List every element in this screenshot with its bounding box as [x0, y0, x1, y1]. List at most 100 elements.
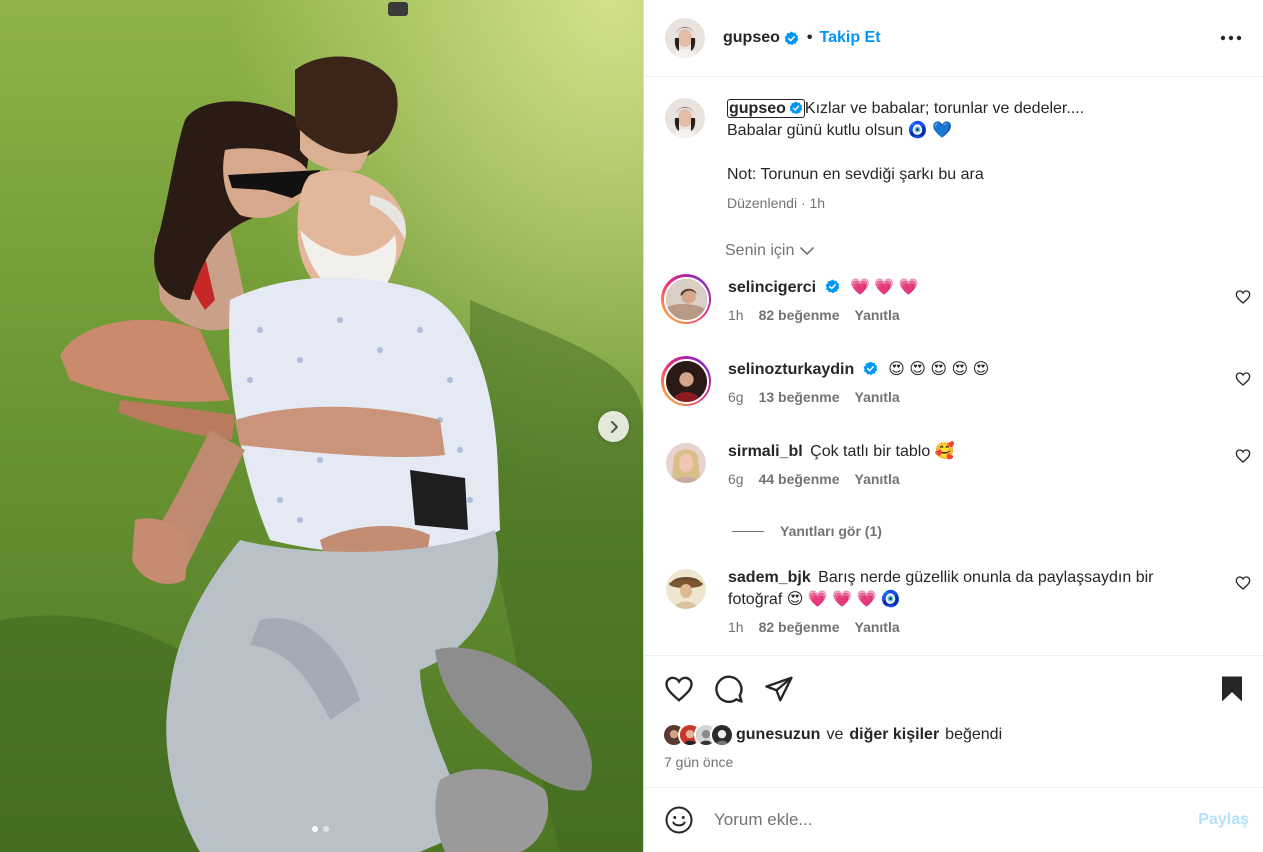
verified-icon	[863, 361, 878, 376]
comment-username[interactable]: sirmali_bl	[728, 443, 803, 460]
avatar-image	[665, 98, 705, 138]
carousel-indicator	[312, 826, 329, 832]
chevron-right-icon	[610, 420, 618, 433]
comment-likes[interactable]: 82 beğenme	[759, 619, 840, 635]
likes-summary: gunesuzun ve diğer kişiler beğendi	[662, 723, 1247, 747]
carousel-next-button[interactable]	[598, 411, 629, 442]
comment-item: selinozturkaydin 😍 😍 😍 😍 😍 6g 13 beğenme…	[644, 356, 1263, 406]
bookmark-icon[interactable]	[1217, 674, 1247, 704]
avatar-image	[666, 569, 706, 609]
comment-meta: 6g 44 beğenme Yanıtla	[728, 471, 1203, 487]
post-date[interactable]: 7 gün önce	[664, 754, 1247, 770]
replies-divider	[732, 530, 764, 532]
comment-text: Çok tatlı bir tablo 🥰	[810, 443, 955, 460]
heart-icon[interactable]	[1235, 575, 1251, 591]
comment-body: selinozturkaydin 😍 😍 😍 😍 😍 6g 13 beğenme…	[728, 356, 1243, 406]
likes-connector: ve	[826, 726, 844, 743]
header-separator: •	[806, 29, 813, 46]
post-media[interactable]	[0, 0, 643, 852]
avatar-image	[665, 18, 705, 58]
caption-body: gupseo Kızlar ve babalar; torunlar ve de…	[727, 98, 1084, 214]
caption-username-text: gupseo	[729, 100, 786, 117]
commenter-avatar[interactable]	[661, 274, 711, 324]
comment-text: 😍 😍 😍 😍 😍	[888, 361, 990, 378]
commenter-avatar[interactable]	[666, 569, 706, 609]
comment-username[interactable]: selinozturkaydin	[728, 361, 854, 378]
share-icon[interactable]	[764, 674, 794, 704]
verified-icon	[825, 279, 839, 294]
comment-sort-dropdown[interactable]: Senin için	[644, 214, 1263, 260]
add-comment-bar: Paylaş	[644, 787, 1263, 852]
liker-username[interactable]: gunesuzun	[736, 726, 820, 744]
avatar-image	[665, 360, 707, 402]
carousel-dot	[323, 826, 329, 832]
post-actions: gunesuzun ve diğer kişiler beğendi 7 gün…	[644, 655, 1263, 770]
other-likers-link[interactable]: diğer kişiler	[849, 726, 939, 744]
comment-item: sirmali_bl Çok tatlı bir tablo 🥰 6g 44 b…	[644, 438, 1263, 487]
follow-button[interactable]: Takip Et	[820, 29, 881, 47]
view-replies-button[interactable]: Yanıtları gör (1)	[644, 511, 1263, 539]
author-username[interactable]: gupseo	[723, 29, 780, 47]
comment-time[interactable]: 1h	[728, 619, 744, 635]
heart-icon[interactable]	[1235, 448, 1251, 464]
comment-time[interactable]: 1h	[728, 307, 744, 323]
more-options-button[interactable]	[1219, 26, 1243, 50]
caption-avatar[interactable]	[665, 98, 705, 138]
comment-body: selincigerci 💗 💗 💗 1h 82 beğenme Yanıtla	[728, 274, 1243, 324]
more-icon	[1220, 35, 1242, 41]
heart-icon[interactable]	[1235, 289, 1251, 305]
avatar-image	[665, 278, 707, 320]
author-avatar[interactable]	[665, 18, 705, 58]
heart-icon[interactable]	[1235, 371, 1251, 387]
post-photo	[0, 0, 643, 852]
sort-label: Senin için	[725, 242, 795, 259]
comment-input[interactable]	[714, 810, 1199, 830]
post-caption: gupseo Kızlar ve babalar; torunlar ve de…	[644, 78, 1263, 214]
comment-meta: 6g 13 beğenme Yanıtla	[728, 389, 1203, 405]
comment-username[interactable]: selincigerci	[728, 279, 816, 296]
view-replies-label: Yanıtları gör (1)	[780, 523, 882, 539]
comment-body: sirmali_bl Çok tatlı bir tablo 🥰 6g 44 b…	[728, 438, 1243, 487]
liker-avatars[interactable]	[662, 723, 734, 747]
meta-separator: ·	[800, 195, 806, 211]
reply-button[interactable]: Yanıtla	[855, 389, 900, 405]
reply-button[interactable]: Yanıtla	[855, 619, 900, 635]
commenter-avatar[interactable]	[661, 356, 711, 406]
verified-icon	[789, 101, 803, 115]
likes-suffix: beğendi	[945, 726, 1003, 743]
comment-item: selincigerci 💗 💗 💗 1h 82 beğenme Yanıtla	[644, 274, 1263, 324]
chevron-down-icon	[800, 247, 815, 255]
reply-button[interactable]: Yanıtla	[855, 307, 900, 323]
emoji-icon[interactable]	[664, 805, 694, 835]
action-icons	[664, 674, 1247, 704]
comment-meta: 1h 82 beğenme Yanıtla	[728, 307, 1203, 323]
comment-username[interactable]: sadem_bjk	[728, 569, 811, 586]
verified-icon	[784, 30, 799, 45]
reply-button[interactable]: Yanıtla	[855, 471, 900, 487]
carousel-dot	[312, 826, 318, 832]
heart-icon[interactable]	[664, 674, 694, 704]
avatar-image	[666, 443, 706, 483]
liker-avatar	[710, 723, 734, 747]
comments-list[interactable]: gupseo Kızlar ve babalar; torunlar ve de…	[644, 78, 1263, 654]
comment-likes[interactable]: 13 beğenme	[759, 389, 840, 405]
caption-line-3: Not: Torunun en sevdiği şarkı bu ara	[727, 166, 984, 183]
comment-body: sadem_bjk Barış nerde güzellik onunla da…	[728, 569, 1243, 635]
comment-text: 💗 💗 💗	[849, 279, 919, 296]
comment-icon[interactable]	[714, 674, 744, 704]
caption-time[interactable]: 1h	[810, 195, 826, 211]
comment-likes[interactable]: 82 beğenme	[759, 307, 840, 323]
post-comment-button[interactable]: Paylaş	[1198, 811, 1249, 829]
comment-item: sadem_bjk Barış nerde güzellik onunla da…	[644, 569, 1263, 635]
caption-username[interactable]: gupseo	[727, 99, 805, 118]
caption-line-1: Kızlar ve babalar; torunlar ve dedeler..…	[804, 100, 1085, 117]
edited-label: Düzenlendi	[727, 195, 798, 211]
comment-time[interactable]: 6g	[728, 389, 744, 405]
comment-likes[interactable]: 44 beğenme	[759, 471, 840, 487]
comment-meta: 1h 82 beğenme Yanıtla	[728, 619, 1203, 635]
commenter-avatar[interactable]	[666, 443, 706, 483]
comment-time[interactable]: 6g	[728, 471, 744, 487]
post-header: gupseo • Takip Et	[644, 0, 1263, 77]
instagram-post-view: gupseo • Takip Et gupseo Kızlar ve babal…	[0, 0, 1263, 852]
